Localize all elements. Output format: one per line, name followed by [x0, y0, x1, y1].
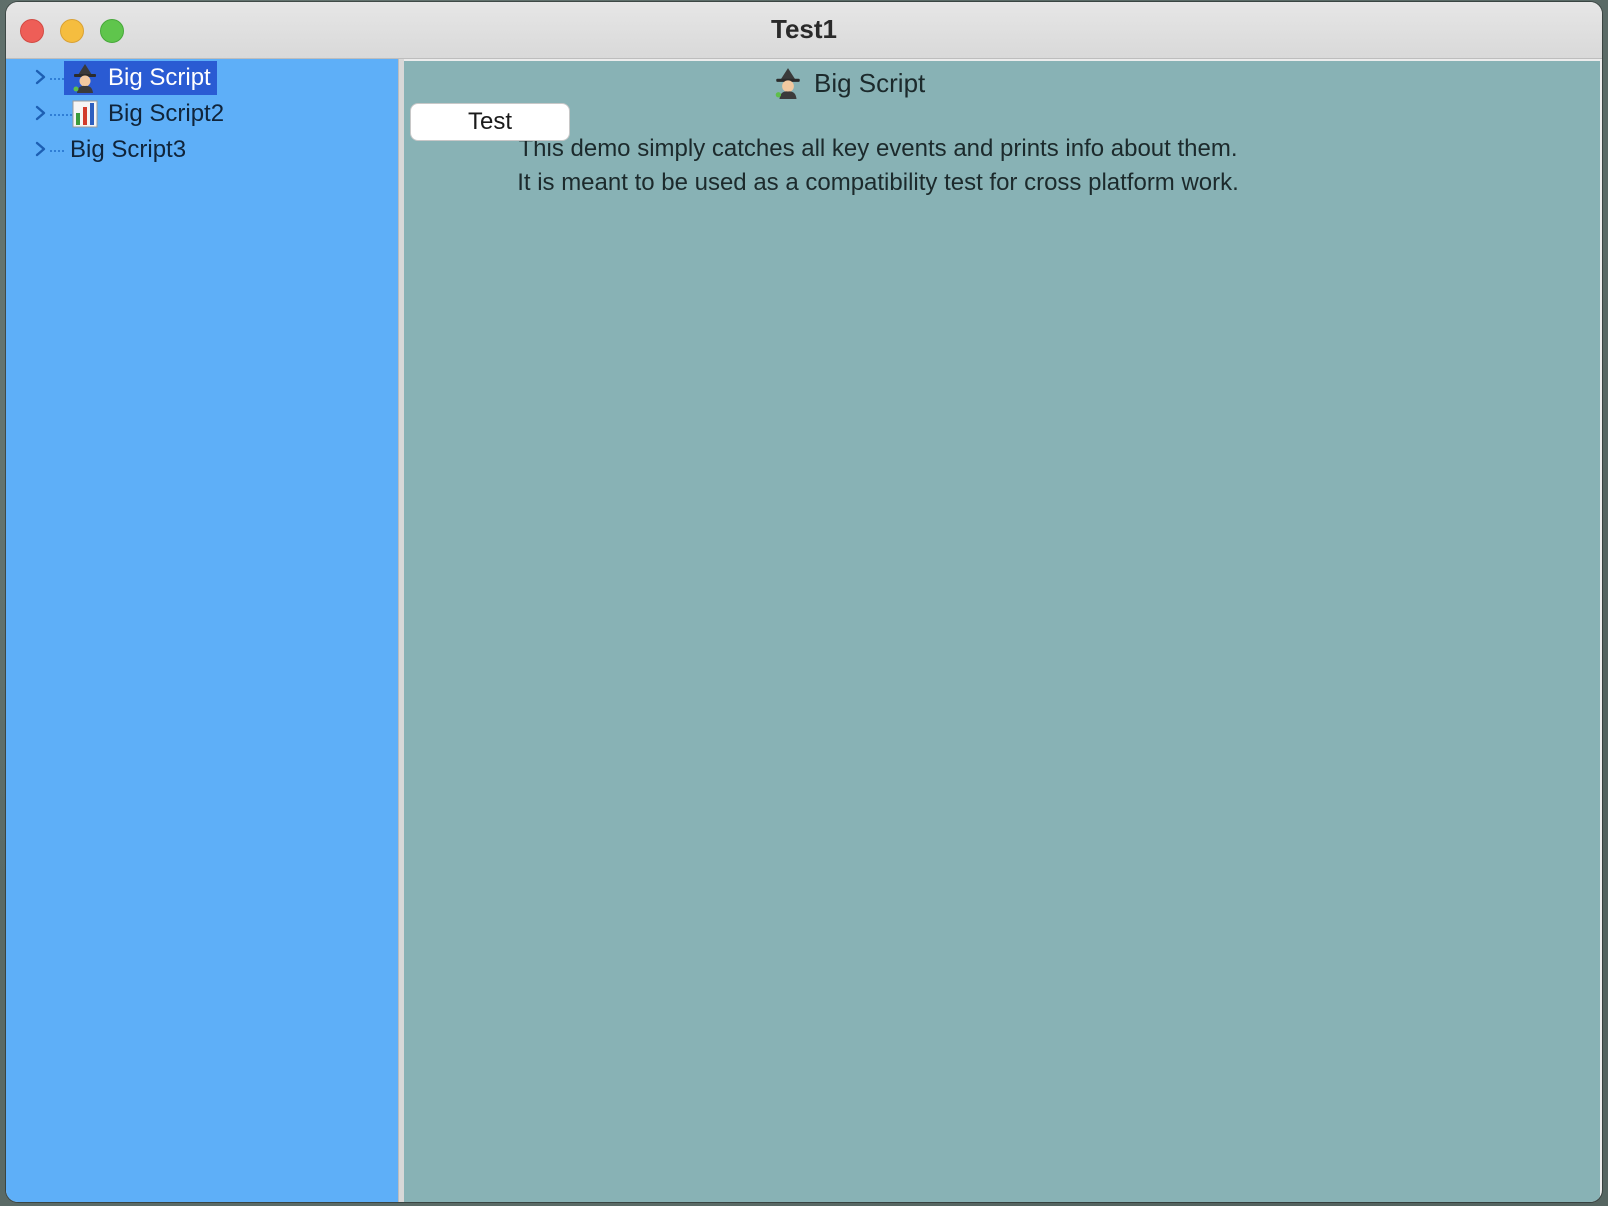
tree-item-big-script[interactable]: Big Script [64, 61, 217, 95]
tree-item-big-script3[interactable]: Big Script3 [64, 133, 192, 167]
tree-item-label: Big Script3 [70, 136, 187, 163]
tree-item-label: Big Script [108, 64, 211, 91]
tree-row-big-script2[interactable]: Big Script2 [6, 97, 398, 131]
tree-row-big-script[interactable]: Big Script [6, 61, 398, 95]
content-header-label: Big Script [814, 67, 926, 98]
bar-chart-icon [70, 99, 100, 129]
tree-connector [50, 150, 64, 152]
sidebar-tree[interactable]: Big Script Big Script2 Big Script3 [6, 59, 398, 1202]
witch-icon [772, 67, 804, 99]
chevron-right-icon[interactable] [34, 67, 48, 87]
tree-item-big-script2[interactable]: Big Script2 [64, 97, 230, 131]
witch-icon [70, 63, 100, 93]
tree-item-label: Big Script2 [108, 100, 225, 127]
test-button[interactable]: Test [410, 103, 570, 141]
window-title: Test1 [771, 14, 837, 44]
chevron-right-icon[interactable] [34, 103, 48, 123]
app-window: Test1 Big Script Big Script2 Big Script3… [6, 2, 1602, 1202]
description-line: It is meant to be used as a compatibilit… [517, 169, 1239, 196]
tree-row-big-script3[interactable]: Big Script3 [6, 133, 398, 167]
chevron-right-icon[interactable] [34, 139, 48, 159]
main-content: Big Script This demo simply catches all … [404, 61, 1600, 1202]
content-header: Big Script [772, 65, 925, 101]
title-bar[interactable]: Test1 [6, 2, 1602, 59]
